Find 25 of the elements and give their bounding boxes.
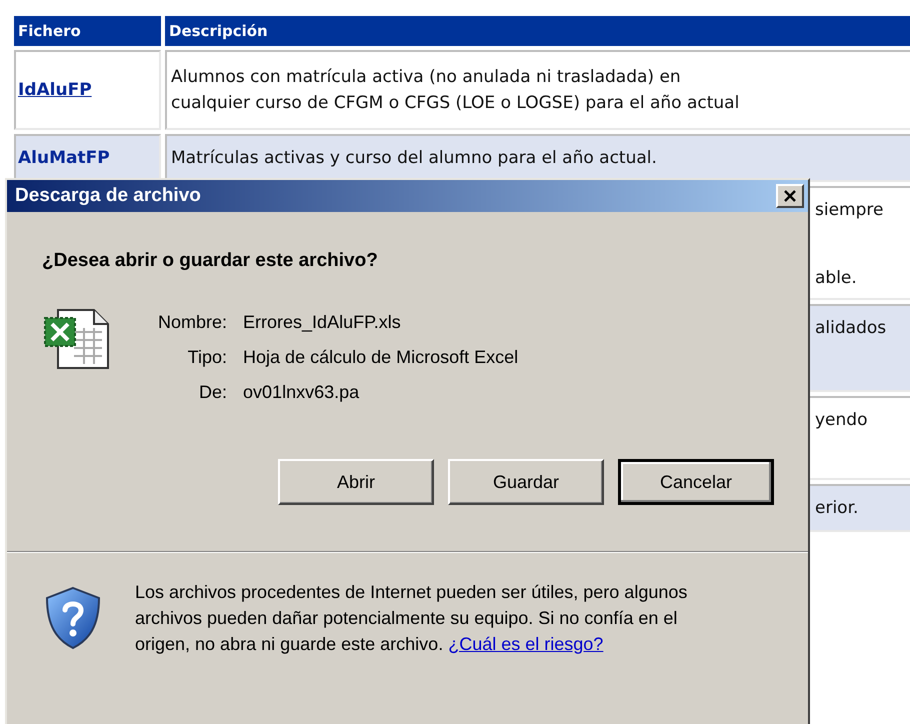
description-text: siempre: [815, 200, 884, 220]
field-label: Tipo:: [186, 347, 228, 368]
column-header: Fichero: [14, 16, 161, 46]
risk-link[interactable]: ¿Cuál es el riesgo?: [448, 634, 604, 654]
column-header: Descripción: [165, 16, 910, 46]
window-title: Descarga de archivo: [15, 185, 201, 207]
field-label: De:: [198, 382, 228, 403]
description-text: cualquier curso de CFGM o CFGS (LOE o LOGSE) para el año actual: [171, 93, 740, 113]
field-label: Nombre:: [158, 312, 228, 333]
dialog-question: ¿Desea abrir o guardar este archivo?: [42, 250, 379, 272]
dialog-button[interactable]: Cancelar: [618, 459, 774, 505]
file-link[interactable]: AluMatFP: [18, 148, 110, 168]
description-text: alidados: [815, 318, 888, 338]
field-value: Hoja de cálculo de Microsoft Excel: [243, 347, 518, 368]
description-text: Matrículas activas y curso del alumno para el año actual.: [171, 148, 658, 168]
description-text: Alumnos con matrícula activa (no anulada ni trasladada) en: [171, 67, 682, 87]
dialog-button[interactable]: Guardar: [448, 459, 604, 505]
description-text: erior.: [815, 498, 860, 518]
description-text: yendo: [815, 410, 868, 430]
description-text: able.: [815, 268, 858, 288]
dialog-button[interactable]: Abrir: [278, 459, 434, 505]
field-value: Errores_IdAluFP.xls: [243, 312, 402, 333]
file-link[interactable]: IdAluFP: [18, 80, 92, 100]
warning-text: Los archivos procedentes de Internet pueden ser útiles, pero algunos archivos pueden dañar potencialmente su equipo. Si no confía en el origen, no abra ni guarde este archivo. ¿Cuál es el riesgo?: [135, 581, 688, 656]
field-value: ov01lnxv63.pa: [243, 382, 360, 403]
